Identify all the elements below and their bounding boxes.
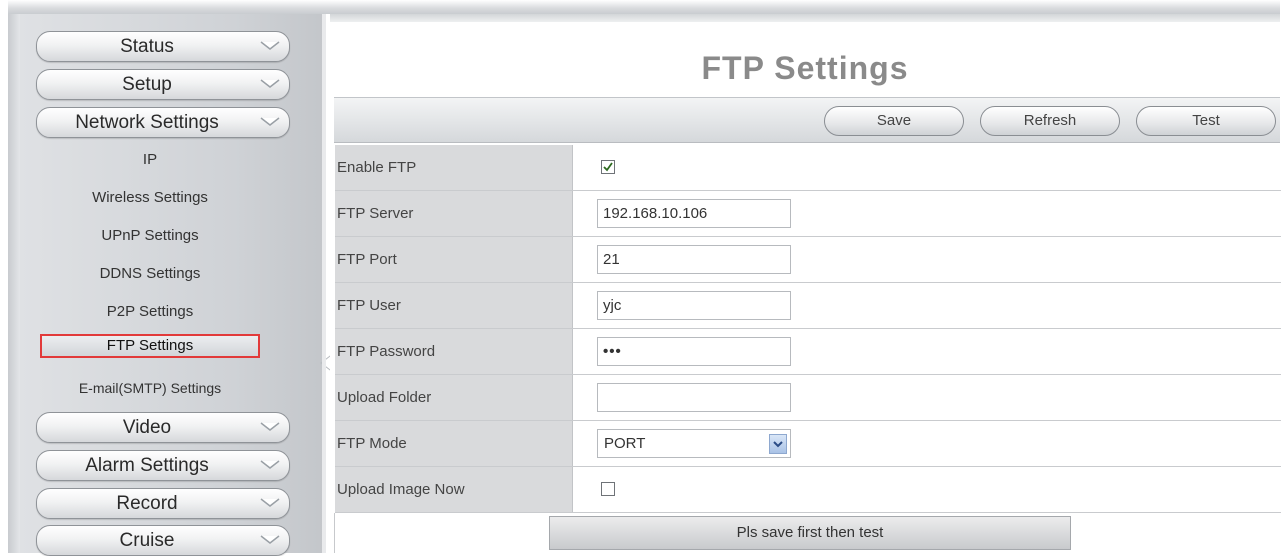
chevron-down-icon [260, 422, 280, 431]
upload-folder-input[interactable] [597, 383, 791, 412]
menu-label: Video [122, 417, 172, 438]
sidebar-item-email-smtp-settings[interactable]: E-mail(SMTP) Settings [40, 376, 260, 400]
row-ftp-mode: FTP Mode PORT [335, 421, 1281, 467]
checkmark-icon [603, 162, 613, 172]
refresh-button[interactable]: Refresh [980, 106, 1120, 136]
menu-record[interactable]: Record [36, 488, 290, 519]
chevron-down-icon [260, 41, 280, 50]
row-ftp-port: FTP Port [335, 237, 1281, 283]
ftp-mode-select[interactable]: PORT [597, 429, 791, 458]
ftp-server-input[interactable] [597, 199, 791, 228]
row-ftp-user: FTP User [335, 283, 1281, 329]
sidebar-item-upnp-settings[interactable]: UPnP Settings [40, 224, 260, 248]
page-title: FTP Settings [701, 50, 909, 86]
ftp-password-label: FTP Password [335, 329, 573, 374]
top-frame-bar [8, 0, 1280, 14]
row-upload-image-now: Upload Image Now [335, 467, 1281, 513]
chevron-down-icon [260, 535, 280, 544]
save-button[interactable]: Save [824, 106, 964, 136]
ftp-mode-label: FTP Mode [335, 421, 573, 466]
toolbar: Save Refresh Test [334, 97, 1280, 143]
upload-image-now-label: Upload Image Now [335, 467, 573, 512]
ftp-user-input[interactable] [597, 291, 791, 320]
row-enable-ftp: Enable FTP [335, 145, 1281, 191]
ftp-port-label: FTP Port [335, 237, 573, 282]
menu-cruise[interactable]: Cruise [36, 525, 290, 556]
save-first-then-test-button[interactable]: Pls save first then test [549, 516, 1071, 550]
row-ftp-password: FTP Password [335, 329, 1281, 375]
ftp-mode-selected-value: PORT [604, 435, 646, 452]
menu-network-settings[interactable]: Network Settings [36, 107, 290, 138]
sidebar-item-ftp-settings[interactable]: FTP Settings [40, 334, 260, 358]
test-button[interactable]: Test [1136, 106, 1276, 136]
enable-ftp-checkbox[interactable] [601, 160, 615, 174]
sidebar-item-ip[interactable]: IP [40, 148, 260, 172]
menu-label: Setup [122, 74, 172, 95]
upload-image-now-checkbox[interactable] [601, 482, 615, 496]
ftp-user-label: FTP User [335, 283, 573, 328]
chevron-down-icon [260, 460, 280, 469]
ftp-password-input[interactable] [597, 337, 791, 366]
chevron-down-icon [260, 498, 280, 507]
menu-setup[interactable]: Setup [36, 69, 290, 100]
menu-status[interactable]: Status [36, 31, 290, 62]
menu-label: Record [116, 493, 178, 514]
main-top-border [330, 14, 1280, 22]
row-upload-folder: Upload Folder [335, 375, 1281, 421]
dropdown-arrow-icon [769, 434, 787, 454]
sidebar-item-ddns-settings[interactable]: DDNS Settings [40, 262, 260, 286]
test-area: Pls save first then test [334, 513, 1281, 553]
menu-label: Cruise [119, 530, 175, 551]
menu-video[interactable]: Video [36, 412, 290, 443]
menu-alarm-settings[interactable]: Alarm Settings [36, 450, 290, 481]
sidebar-divider [322, 14, 326, 553]
menu-label: Alarm Settings [85, 455, 209, 476]
left-frame-edge [8, 14, 20, 553]
sidebar: Status Setup Network Settings IP Wireles… [20, 14, 335, 556]
chevron-down-icon [260, 79, 280, 88]
menu-label: Network Settings [75, 112, 219, 133]
menu-label: Status [120, 36, 174, 57]
sidebar-item-wireless-settings[interactable]: Wireless Settings [40, 186, 260, 210]
row-ftp-server: FTP Server [335, 191, 1281, 237]
enable-ftp-label: Enable FTP [335, 145, 573, 190]
ftp-port-input[interactable] [597, 245, 791, 274]
main-panel: FTP Settings Save Refresh Test Enable FT… [330, 14, 1281, 553]
sidebar-item-p2p-settings[interactable]: P2P Settings [40, 300, 260, 324]
ftp-server-label: FTP Server [335, 191, 573, 236]
upload-folder-label: Upload Folder [335, 375, 573, 420]
chevron-down-icon [260, 117, 280, 126]
